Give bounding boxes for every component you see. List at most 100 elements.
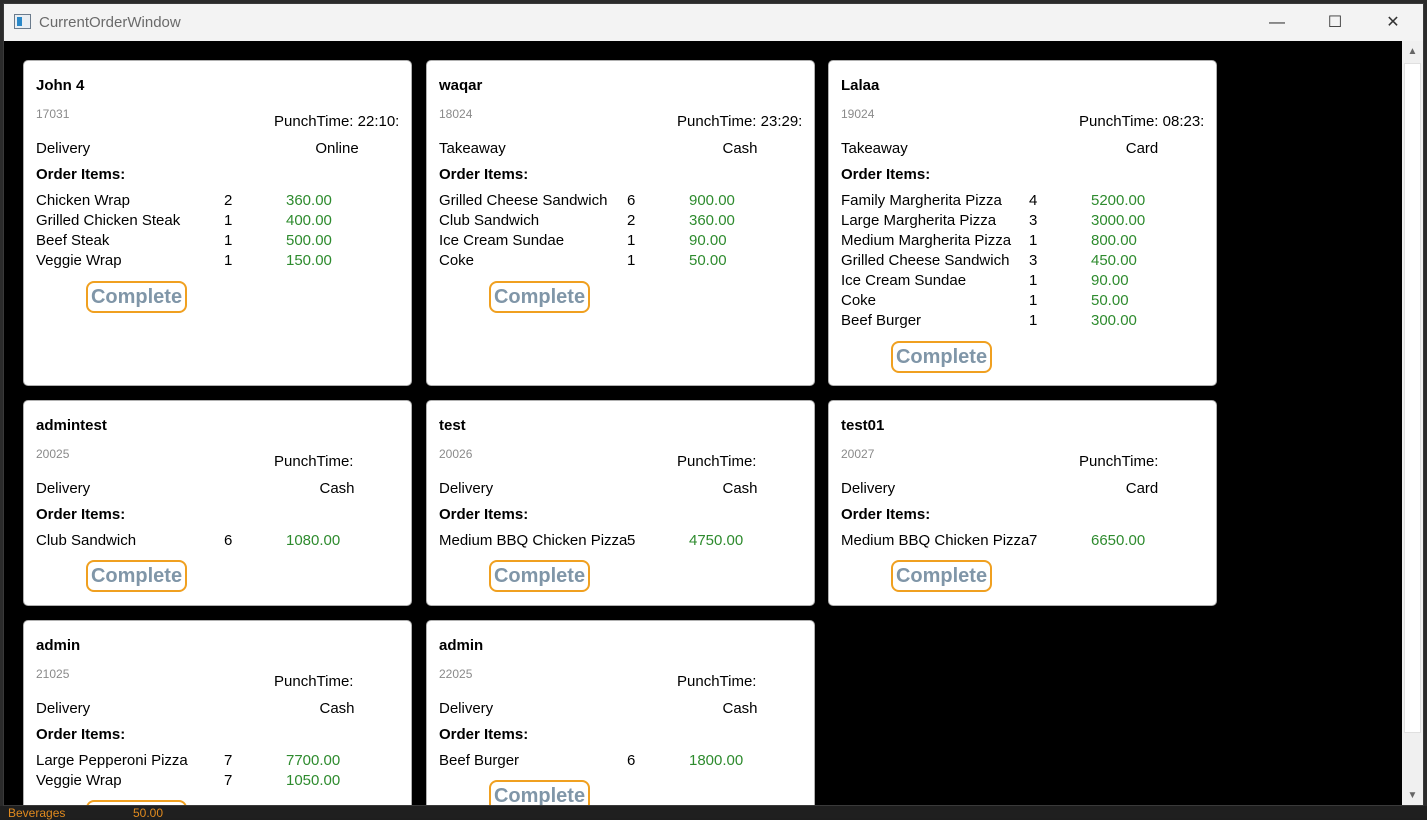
list-item: Beef Burger 1 300.00 [841, 312, 1211, 332]
vertical-scrollbar[interactable]: ▲ ▼ [1402, 41, 1423, 805]
order-card: admintest 20025 PunchTime: Delivery Cash Orde… [23, 400, 412, 606]
order-card: John 4 17031 PunchTime: 22:10:2 Delivery Onl… [23, 60, 412, 386]
complete-button[interactable]: Complete [86, 800, 187, 805]
title-bar[interactable]: CurrentOrderWindow — ☐ ✕ [4, 4, 1423, 41]
item-name: Beef Burger [439, 752, 520, 769]
scroll-up-icon[interactable]: ▲ [1402, 41, 1423, 61]
order-items-list: Family Margherita Pizza 4 5200.00 Large Mar… [841, 192, 1211, 332]
order-card: admin 22025 PunchTime: Delivery Cash Order It… [426, 620, 815, 805]
order-type: Delivery [36, 700, 91, 717]
item-name: Veggie Wrap [36, 252, 122, 269]
item-name: Large Pepperoni Pizza [36, 752, 188, 769]
order-items-list: Grilled Cheese Sandwich 6 900.00 Club Sandw… [439, 192, 809, 272]
maximize-button[interactable]: ☐ [1306, 4, 1364, 41]
list-item: Ice Cream Sundae 1 90.00 [841, 272, 1211, 292]
customer-name: admin [36, 637, 81, 654]
item-name: Family Margherita Pizza [841, 192, 1002, 209]
punch-time: PunchTime: [677, 673, 757, 690]
item-price: 150.00 [286, 252, 332, 269]
item-price: 300.00 [1091, 312, 1137, 329]
order-id: 20025 [36, 447, 70, 461]
item-price: 4750.00 [689, 532, 744, 549]
list-item: Chicken Wrap 2 360.00 [36, 192, 406, 212]
item-name: Ice Cream Sundae [841, 272, 967, 289]
payment-method: Cash [722, 140, 758, 157]
item-price: 5200.00 [1091, 192, 1146, 209]
item-quantity: 6 [224, 532, 233, 549]
list-item: Beef Steak 1 500.00 [36, 232, 406, 252]
item-quantity: 7 [1029, 532, 1038, 549]
order-card: Lalaa 19024 PunchTime: 08:23:5 Takeaway Card… [828, 60, 1217, 386]
scroll-down-icon[interactable]: ▼ [1402, 787, 1423, 805]
item-quantity: 7 [224, 772, 233, 789]
list-item: Coke 1 50.00 [841, 292, 1211, 312]
order-type: Takeaway [841, 140, 908, 157]
item-quantity: 6 [627, 192, 636, 209]
payment-method: Card [1125, 140, 1159, 157]
order-card: admin 21025 PunchTime: Delivery Cash Order It… [23, 620, 412, 805]
item-price: 360.00 [689, 212, 735, 229]
payment-method: Cash [319, 480, 355, 497]
order-items-heading: Order Items: [36, 726, 126, 743]
item-price: 800.00 [1091, 232, 1137, 249]
close-button[interactable]: ✕ [1364, 4, 1422, 41]
item-name: Medium Margherita Pizza [841, 232, 1012, 249]
item-quantity: 1 [224, 252, 233, 269]
minimize-button[interactable]: — [1248, 4, 1306, 41]
punch-time: PunchTime: [274, 453, 354, 470]
item-name: Grilled Chicken Steak [36, 212, 181, 229]
item-quantity: 7 [224, 752, 233, 769]
payment-method: Online [315, 140, 359, 157]
order-id: 19024 [841, 107, 875, 121]
complete-button[interactable]: Complete [489, 780, 590, 805]
item-quantity: 2 [627, 212, 636, 229]
current-order-window: CurrentOrderWindow — ☐ ✕ John 4 17031 Punc… [3, 3, 1424, 806]
payment-method: Card [1125, 480, 1159, 497]
item-price: 1800.00 [689, 752, 744, 769]
list-item: Medium Margherita Pizza 1 800.00 [841, 232, 1211, 252]
item-name: Large Margherita Pizza [841, 212, 997, 229]
scroll-thumb[interactable] [1404, 63, 1421, 733]
payment-method: Cash [722, 480, 758, 497]
background-app-strip: Beverages 50.00 [0, 806, 1427, 820]
item-name: Medium BBQ Chicken Pizza [841, 532, 1030, 549]
order-id: 21025 [36, 667, 70, 681]
customer-name: test01 [841, 417, 885, 434]
complete-button[interactable]: Complete [86, 560, 187, 592]
list-item: Veggie Wrap 7 1050.00 [36, 772, 406, 792]
order-id: 20026 [439, 447, 473, 461]
list-item: Grilled Cheese Sandwich 6 900.00 [439, 192, 809, 212]
item-price: 500.00 [286, 232, 332, 249]
list-item: Medium BBQ Chicken Pizza 7 6650.00 [841, 532, 1211, 552]
item-name: Beef Burger [841, 312, 922, 329]
customer-name: admintest [36, 417, 107, 434]
item-name: Club Sandwich [36, 532, 137, 549]
customer-name: John 4 [36, 77, 85, 94]
list-item: Grilled Chicken Steak 1 400.00 [36, 212, 406, 232]
item-quantity: 3 [1029, 252, 1038, 269]
complete-button[interactable]: Complete [489, 281, 590, 313]
item-name: Coke [841, 292, 877, 309]
order-items-heading: Order Items: [841, 506, 931, 523]
complete-button[interactable]: Complete [86, 281, 187, 313]
complete-button[interactable]: Complete [891, 341, 992, 373]
order-items-heading: Order Items: [439, 506, 529, 523]
complete-button[interactable]: Complete [891, 560, 992, 592]
punch-time: PunchTime: [1079, 453, 1159, 470]
list-item: Beef Burger 6 1800.00 [439, 752, 809, 772]
order-id: 18024 [439, 107, 473, 121]
complete-button[interactable]: Complete [489, 560, 590, 592]
payment-method: Cash [319, 700, 355, 717]
order-items-heading: Order Items: [439, 166, 529, 183]
item-quantity: 3 [1029, 212, 1038, 229]
item-quantity: 5 [627, 532, 636, 549]
item-name: Chicken Wrap [36, 192, 130, 209]
payment-method: Cash [722, 700, 758, 717]
order-items-list: Club Sandwich 6 1080.00 [36, 532, 406, 552]
item-quantity: 2 [224, 192, 233, 209]
order-items-list: Medium BBQ Chicken Pizza 5 4750.00 [439, 532, 809, 552]
order-items-heading: Order Items: [439, 726, 529, 743]
item-price: 3000.00 [1091, 212, 1146, 229]
punch-time: PunchTime: [274, 673, 354, 690]
list-item: Ice Cream Sundae 1 90.00 [439, 232, 809, 252]
